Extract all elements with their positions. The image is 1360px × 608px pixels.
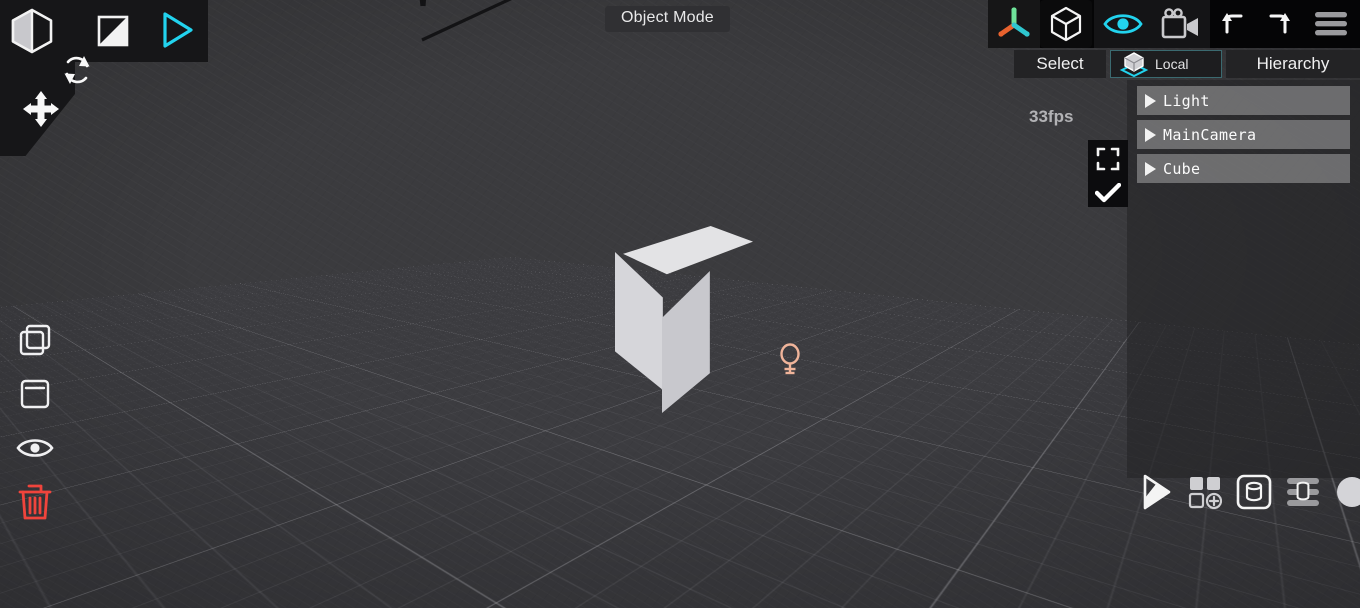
duplicate-button[interactable]: [13, 322, 57, 358]
redo-arrow-icon: [1269, 13, 1290, 34]
paste-button[interactable]: [13, 376, 57, 412]
left-action-rail: [12, 322, 58, 520]
shading-triangle-icon: [1143, 474, 1171, 510]
add-object-button[interactable]: [1183, 470, 1227, 514]
hierarchy-toggle-button[interactable]: Hierarchy: [1226, 50, 1360, 78]
select-tool-button[interactable]: [155, 8, 199, 52]
delete-button[interactable]: [13, 484, 57, 520]
cube-object[interactable]: [607, 226, 753, 413]
eye-icon: [1103, 14, 1143, 34]
select-mode-button[interactable]: Select: [1014, 50, 1106, 78]
object-tool-button[interactable]: [6, 4, 58, 58]
confirm-button[interactable]: [1088, 178, 1128, 207]
camera-frustum-wireframe: [419, 0, 512, 42]
wireframe-cube-icon: [1050, 6, 1082, 42]
light-gizmo-icon[interactable]: [775, 341, 805, 379]
axis-gizmo-icon: [998, 7, 1030, 37]
chevron-right-icon[interactable]: [1145, 93, 1156, 108]
material-button[interactable]: [1330, 470, 1360, 514]
topbar-group-history: [1210, 0, 1360, 48]
hierarchy-item-label: MainCamera: [1163, 125, 1257, 144]
hierarchy-panel: Light MainCamera Cube: [1127, 80, 1360, 478]
cube-icon: [11, 8, 53, 54]
hierarchy-label: Hierarchy: [1256, 54, 1330, 73]
hierarchy-item-label: Light: [1163, 91, 1210, 110]
move-tool-button[interactable]: [18, 86, 64, 132]
layers-button[interactable]: [1281, 470, 1325, 514]
rotate-icon: [64, 56, 90, 84]
fps-counter: 33fps: [1029, 107, 1074, 126]
camera-button[interactable]: [1152, 0, 1210, 48]
object-mode-label: Object Mode: [605, 6, 730, 32]
checkmark-icon: [1095, 182, 1121, 202]
topbar-group-display: [1094, 0, 1210, 48]
copy-icon: [19, 324, 51, 356]
view-cube-button[interactable]: [1040, 0, 1092, 48]
hierarchy-item-label: Cube: [1163, 159, 1201, 178]
bottom-right-rail: [1134, 470, 1360, 514]
scale-tool-button[interactable]: [92, 10, 134, 52]
paste-icon: [20, 379, 50, 409]
chevron-right-icon[interactable]: [1145, 127, 1156, 142]
shading-mode-button[interactable]: [1134, 470, 1178, 514]
top-toolbar: [988, 0, 1360, 48]
hierarchy-row-maincamera[interactable]: MainCamera: [1137, 120, 1350, 149]
trash-icon: [18, 484, 52, 520]
video-camera-icon: [1161, 8, 1198, 39]
material-sphere-icon: [1337, 477, 1360, 507]
move-arrows-icon: [23, 91, 59, 127]
local-label: Local: [1155, 56, 1189, 72]
visibility-toggle-button[interactable]: [1094, 0, 1152, 48]
menu-button[interactable]: [1302, 0, 1360, 48]
topbar-group-view: [988, 0, 1094, 48]
cursor-arrow-icon: [163, 12, 193, 48]
crop-frame-icon: [1096, 147, 1120, 171]
app-root: Object Mode Select Local Hierarchy Light…: [0, 0, 1360, 608]
hierarchy-row-light[interactable]: Light: [1137, 86, 1350, 115]
redo-button[interactable]: [1256, 0, 1302, 48]
primitives-button[interactable]: [1232, 470, 1276, 514]
undo-arrow-icon: [1222, 13, 1243, 34]
secondary-toolbar: Select Local Hierarchy: [1014, 50, 1360, 78]
eye-icon: [16, 439, 54, 457]
transform-space-button[interactable]: Local: [1110, 50, 1222, 78]
visibility-button[interactable]: [13, 430, 57, 466]
axis-gizmo-button[interactable]: [988, 0, 1040, 48]
frame-selected-button[interactable]: [1088, 140, 1128, 178]
cylinder-layers-icon: [1287, 478, 1319, 506]
chevron-right-icon[interactable]: [1145, 161, 1156, 176]
scale-icon: [97, 15, 129, 47]
cylinder-boxed-icon: [1236, 474, 1272, 510]
hierarchy-row-cube[interactable]: Cube: [1137, 154, 1350, 183]
local-space-icon: [1119, 52, 1149, 77]
hamburger-menu-icon: [1315, 12, 1347, 36]
select-label: Select: [1036, 54, 1084, 73]
grid-plus-icon: [1188, 477, 1222, 509]
undo-button[interactable]: [1210, 0, 1256, 48]
